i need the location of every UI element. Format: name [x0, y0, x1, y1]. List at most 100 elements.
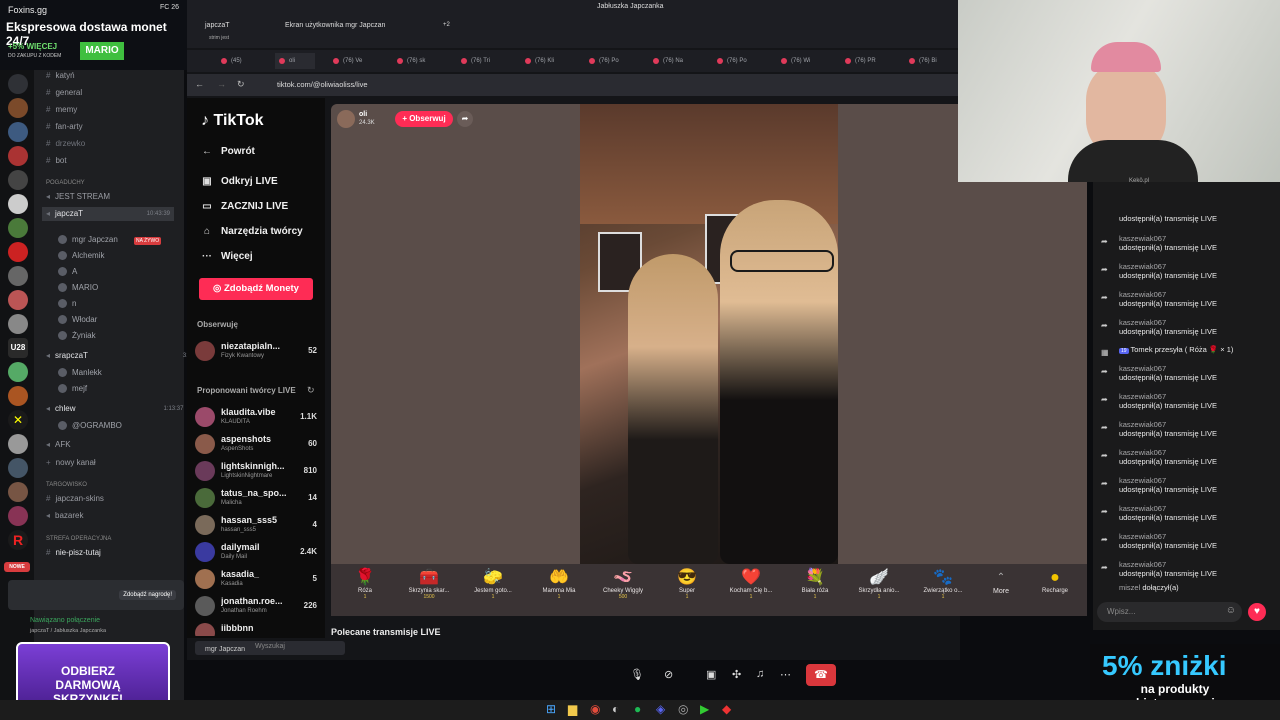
server-icon[interactable] [8, 242, 28, 262]
follow-button[interactable]: + Obserwuj [395, 111, 453, 127]
server-icon[interactable]: ✕ [8, 410, 28, 430]
channel-nowy-kanal[interactable]: + nowy kanał [46, 456, 96, 470]
server-icon[interactable] [8, 482, 28, 502]
gift-item[interactable]: 💐 Biała róża 1 [783, 568, 847, 600]
tiktok-logo[interactable]: ♪ TikTok [201, 112, 264, 130]
browser-tab[interactable]: (76) sk [393, 53, 455, 69]
server-icon[interactable]: R [8, 530, 28, 550]
host-avatar[interactable] [337, 110, 355, 128]
suggested-item[interactable]: klaudita.vibe KLAUDITA 1.1K [195, 406, 321, 432]
refresh-icon[interactable]: ↻ [307, 385, 315, 396]
server-icon[interactable] [8, 266, 28, 286]
browser-tab[interactable]: (76) Tri [457, 53, 519, 69]
server-icon[interactable] [8, 434, 28, 454]
channel-general[interactable]: # general [46, 86, 82, 100]
voice-user[interactable]: @OGRAMBO [58, 419, 122, 433]
app-icon[interactable]: ▶ [700, 702, 709, 716]
server-icon[interactable] [8, 74, 28, 94]
server-icon[interactable] [8, 122, 28, 142]
app-icon[interactable]: ◎ [678, 702, 688, 716]
nav-creator-tools[interactable]: ⌂ Narzędzia twórcy [201, 226, 303, 237]
channel-katyn[interactable]: # katyń [46, 69, 75, 83]
share-icon[interactable]: ➦ [457, 111, 473, 127]
suggested-item[interactable]: iibbbnn [195, 622, 321, 636]
browser-tab-active[interactable]: oli [275, 53, 315, 69]
voice-user[interactable]: mgr Japczan NA ŻYWO [58, 233, 162, 247]
more-gifts-button[interactable]: ⌃ More [969, 568, 1033, 595]
browser-tab[interactable]: (76) PR [841, 53, 903, 69]
voice-channel-japczat[interactable]: ◂ japczaT 10:43:39 [42, 207, 174, 221]
soundboard-icon[interactable]: ♫ [756, 668, 764, 680]
channel-nie-pisz-tutaj[interactable]: # nie-pisz-tutaj [46, 546, 101, 560]
server-icon[interactable] [8, 314, 28, 334]
channel-bazarek[interactable]: ◂ bazarek [46, 509, 83, 523]
live-video[interactable] [580, 104, 838, 564]
browser-tab[interactable]: (76) Kli [521, 53, 583, 69]
category-targowisko[interactable]: TARGOWISKO [46, 478, 87, 492]
voice-user[interactable]: Manlekk [58, 366, 102, 380]
browser-tab[interactable]: (76) Wi [777, 53, 839, 69]
voice-user[interactable]: mejf [58, 382, 87, 396]
voice-user[interactable]: A [58, 265, 77, 279]
address-bar[interactable]: ← → ↻ tiktok.com/@oliwiaoliss/live [187, 74, 960, 96]
back-link[interactable]: ← Powrót [201, 146, 255, 157]
server-icon[interactable] [8, 194, 28, 214]
gift-item[interactable]: ❤️ Kocham Cię b... 1 [719, 568, 783, 600]
channel-afk[interactable]: ◂ AFK [46, 438, 71, 452]
discord-icon[interactable]: ◈ [656, 702, 665, 716]
microphone-icon[interactable]: 🎙 [630, 668, 644, 681]
suggested-item[interactable]: kasadia_ Kasadia 5 [195, 568, 321, 594]
recharge-button[interactable]: ● Recharge [1025, 568, 1085, 594]
server-icon[interactable] [8, 218, 28, 238]
server-icon[interactable] [8, 170, 28, 190]
suggested-item[interactable]: hassan_sss5 hassan_sss5 4 [195, 514, 321, 540]
back-arrow-icon[interactable]: ← [195, 79, 204, 89]
server-icon[interactable] [8, 458, 28, 478]
browser-tab[interactable]: (45) [217, 53, 247, 69]
browser-tab[interactable]: (76) Po [713, 53, 775, 69]
suggested-item[interactable]: aspenshots AspenShots 60 [195, 433, 321, 459]
more-dots-icon[interactable]: ⋯ [780, 668, 791, 681]
spotify-icon[interactable]: ● [634, 702, 641, 716]
channel-memy[interactable]: # memy [46, 103, 77, 117]
suggested-item[interactable]: lightskinnigh... LightskinNightmare 810 [195, 460, 321, 486]
suggested-item[interactable]: jonathan.roe... Jonathan Roehm 226 [195, 595, 321, 621]
voice-user[interactable]: Żyniak [58, 329, 96, 343]
browser-tab[interactable]: (76) Ve [329, 53, 391, 69]
nav-discover-live[interactable]: ▣ Odkryj LIVE [201, 176, 277, 187]
channel-drzewko[interactable]: # drzewko [46, 137, 85, 151]
server-icon[interactable] [8, 386, 28, 406]
voice-user[interactable]: n [58, 297, 76, 311]
screen-share-icon[interactable]: ▣ [706, 668, 716, 681]
reward-card[interactable]: Zdobądź nagrodę! [8, 580, 184, 610]
url-text[interactable]: tiktok.com/@oliwiaoliss/live [277, 80, 368, 89]
server-icon[interactable]: U28 [8, 338, 28, 358]
channel-jest-stream[interactable]: ◂ JEST STREAM [46, 190, 110, 204]
steam-icon[interactable]: ◐ [612, 702, 619, 716]
folder-icon[interactable]: ▆ [568, 702, 577, 716]
gift-item[interactable]: 😎 Super 1 [655, 568, 719, 600]
category-pogaduchy[interactable]: POGADUCHY [46, 176, 85, 190]
get-coins-button[interactable]: ◎ Zdobądź Monety [199, 278, 313, 300]
channel-bot[interactable]: # bot [46, 154, 67, 168]
server-icon[interactable] [8, 506, 28, 526]
browser-tab[interactable]: (76) Po [585, 53, 647, 69]
gift-item[interactable]: 🪱 Cheeky Wiggly 500 [591, 568, 655, 600]
like-heart-icon[interactable]: ♥ [1248, 603, 1266, 621]
nav-more[interactable]: ··· Więcej [201, 251, 253, 262]
voice-channel-srapczat[interactable]: ◂srapczaT31:28 [46, 349, 198, 363]
activities-icon[interactable]: ✣ [732, 668, 741, 681]
gift-item[interactable]: 🧰 Skrzynia skar... 1500 [397, 568, 461, 600]
disconnect-button[interactable]: ☎ [806, 664, 836, 686]
gift-item[interactable]: 🧽 Jestem goto... 1 [461, 568, 525, 600]
chat-input[interactable]: Wpisz... ☺ [1097, 602, 1242, 622]
forward-arrow-icon[interactable]: → [217, 79, 226, 89]
suggested-item[interactable]: tatus_na_spo... Malicha 14 [195, 487, 321, 513]
voice-user[interactable]: Włodar [58, 313, 97, 327]
server-icon[interactable] [8, 146, 28, 166]
voice-user[interactable]: MARIO [58, 281, 98, 295]
camera-off-icon[interactable]: ⊘ [664, 668, 673, 681]
server-icon[interactable] [8, 98, 28, 118]
nav-start-live[interactable]: ▭ ZACZNIJ LIVE [201, 201, 288, 212]
reward-button[interactable]: Zdobądź nagrodę! [119, 590, 176, 600]
